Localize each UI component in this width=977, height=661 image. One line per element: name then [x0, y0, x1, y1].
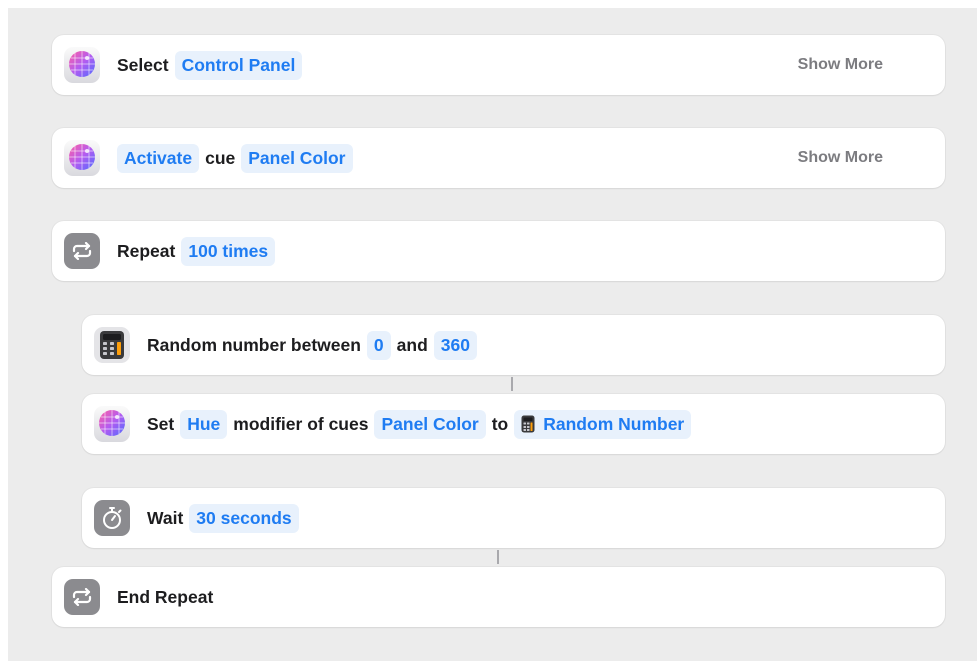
random-number-label: Random number between	[147, 334, 361, 355]
set-hue-action[interactable]: Set Hue modifier of cues Panel Color to	[82, 394, 945, 454]
select-action[interactable]: Select Control Panel Show More	[52, 35, 945, 95]
random-number-variable-token[interactable]: Random Number	[514, 409, 692, 439]
disco-ball-icon	[64, 140, 100, 176]
panel-color-token[interactable]: Panel Color	[241, 143, 353, 173]
repeat-action[interactable]: Repeat 100 times	[52, 221, 945, 281]
repeat-label: Repeat	[117, 240, 176, 261]
activate-cue-action[interactable]: Activate cue Panel Color Show More	[52, 128, 945, 188]
hue-token[interactable]: Hue	[180, 409, 228, 439]
control-panel-token[interactable]: Control Panel	[174, 50, 303, 80]
stopwatch-icon	[94, 500, 130, 536]
and-label: and	[396, 334, 428, 355]
panel-color-token[interactable]: Panel Color	[374, 409, 486, 439]
end-repeat-label: End Repeat	[117, 586, 214, 607]
calculator-icon	[94, 327, 130, 363]
activate-token[interactable]: Activate	[117, 143, 200, 173]
random-number-action[interactable]: Random number between 0 and 360	[82, 315, 945, 375]
cue-label: cue	[205, 147, 236, 168]
wait-duration-token[interactable]: 30 seconds	[189, 503, 299, 533]
disco-ball-icon	[94, 406, 130, 442]
disco-ball-icon	[64, 47, 100, 83]
calculator-icon	[521, 415, 535, 433]
end-repeat-action[interactable]: End Repeat	[52, 567, 945, 627]
show-more-button[interactable]: Show More	[798, 56, 883, 74]
show-more-button[interactable]: Show More	[798, 149, 883, 167]
repeat-count-token[interactable]: 100 times	[181, 236, 276, 266]
select-label: Select	[117, 54, 169, 75]
wait-action[interactable]: Wait 30 seconds	[82, 488, 945, 548]
repeat-icon	[64, 233, 100, 269]
to-label: to	[491, 413, 509, 434]
flow-connector	[497, 550, 499, 564]
flow-connector	[511, 377, 513, 391]
min-value-token[interactable]: 0	[366, 330, 391, 360]
random-number-variable-label: Random Number	[543, 413, 685, 434]
repeat-icon	[64, 579, 100, 615]
wait-label: Wait	[147, 507, 184, 528]
workflow-canvas: Select Control Panel Show More Activate …	[8, 8, 977, 661]
max-value-token[interactable]: 360	[433, 330, 477, 360]
set-label: Set	[147, 413, 175, 434]
modifier-of-cues-label: modifier of cues	[233, 413, 369, 434]
